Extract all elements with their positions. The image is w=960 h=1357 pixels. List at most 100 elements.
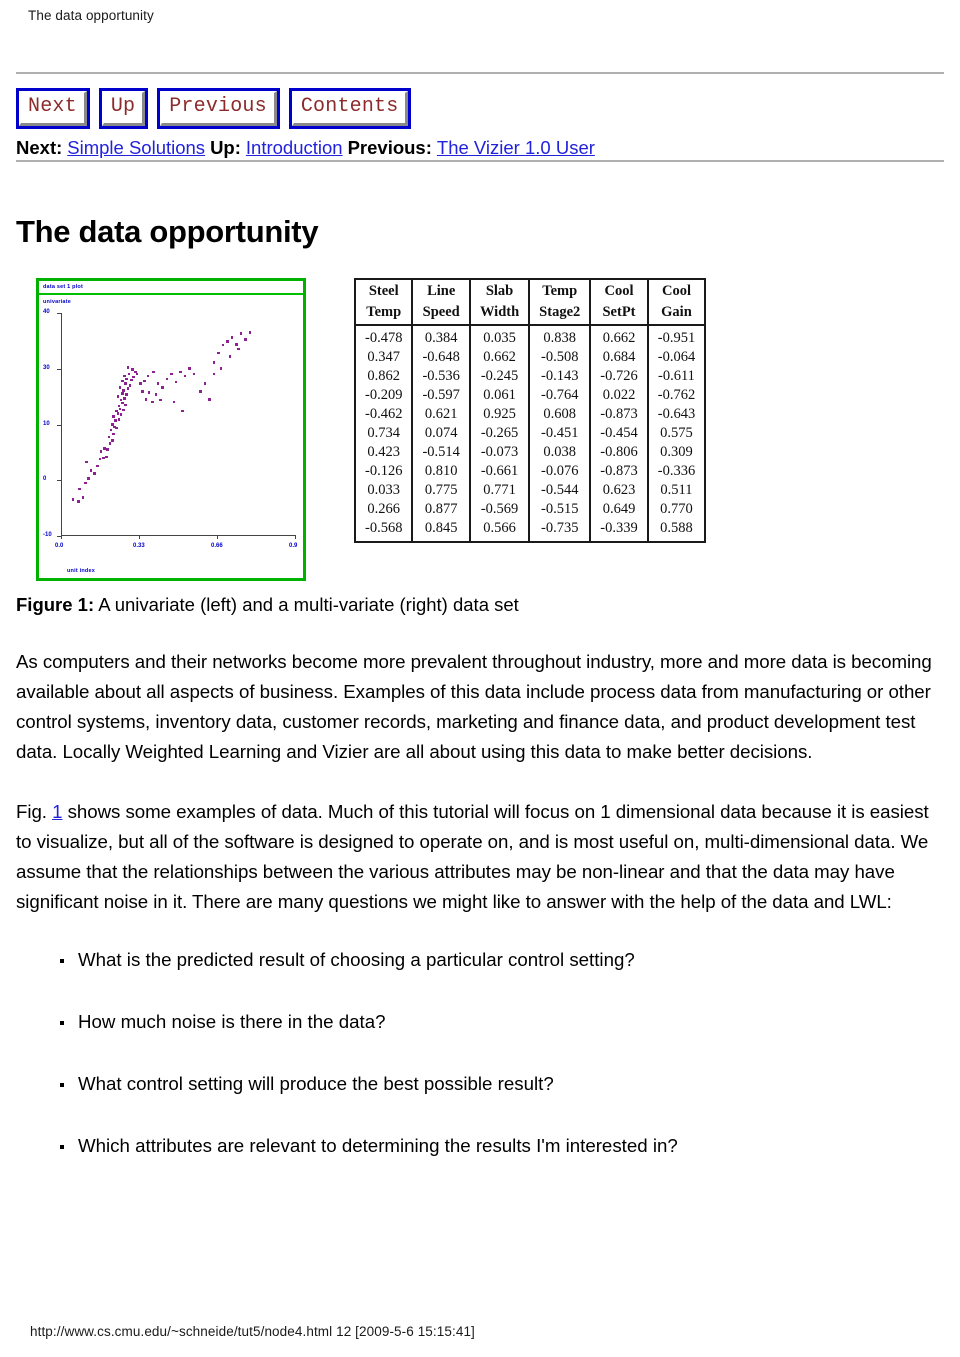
plot-x-axis-label: unit index [67,568,95,574]
scatter-point [212,361,216,364]
table-cell: 0.770 [646,500,707,519]
scatter-point [248,331,252,334]
table-row: 0.033 0.775 0.771 -0.544 0.623 0.511 [353,481,707,500]
plot-x-tick-label: 0.66 [211,543,223,549]
scatter-point [188,367,191,370]
scatter-point [165,377,169,381]
table-cell: -0.951 [646,325,707,348]
plot-title: data set 1 plot [43,284,83,290]
scatter-point [125,393,129,396]
table-cell: 0.734 [353,424,414,443]
scatter-point [109,428,113,432]
plot-y-tick [57,480,62,482]
scatter-point [221,343,225,347]
table-cell: 0.775 [411,481,471,500]
paragraph-1: As computers and their networks become m… [16,651,932,762]
nav-up-link[interactable]: Introduction [246,137,343,158]
table-cell: 0.862 [353,367,414,386]
scatter-point [110,423,114,426]
plot-x-tick [217,535,218,539]
table-cell: 0.662 [468,348,531,367]
table-cell: -0.126 [353,462,414,481]
scatter-point [87,477,90,480]
scatter-point [123,374,126,378]
plot-x-tick [295,535,296,539]
plot-y-tick-label: -10 [43,532,52,538]
scatter-point [170,372,173,376]
figure-caption-text: A univariate (left) and a multi-variate … [98,594,519,615]
nav-previous-link[interactable]: The Vizier 1.0 User [437,137,595,158]
table-cell: -0.569 [468,500,531,519]
nav-button-next[interactable]: Next [16,88,90,129]
scatter-point [144,397,148,401]
list-item: How much noise is there in the data? [16,1009,944,1035]
table-cell: 0.877 [411,500,471,519]
table-row: -0.568 0.845 0.566 -0.735 -0.339 0.588 [353,519,707,542]
scatter-point [101,456,105,460]
table-cell: 0.038 [528,443,592,462]
nav-button-previous[interactable]: Previous [157,88,280,129]
scatter-point [146,374,150,378]
scatter-point [131,368,134,371]
scatter-point [96,464,99,468]
scatter-point [125,377,129,381]
scatter-point [85,460,88,464]
col-subheader-temp-stage2: Stage2 [528,301,592,326]
plot-top-rule [39,293,303,295]
scatter-point [78,487,82,491]
col-header-cool-gain: Cool [646,279,707,301]
plot-y-tick [57,313,62,314]
table-cell: 0.347 [353,348,414,367]
list-item: What is the predicted result of choosing… [16,947,944,973]
scatter-point [127,372,131,376]
table-cell: -0.873 [589,462,649,481]
scatter-point [126,366,130,369]
figure-reference-link[interactable]: 1 [52,801,62,822]
table-cell: 0.511 [646,481,707,500]
multivariate-table-image: Steel Line Slab Temp Cool Cool Temp Spee… [353,278,707,543]
list-item: What control setting will produce the be… [16,1071,944,1097]
table-cell: -0.508 [528,348,592,367]
table-cell: -0.451 [528,424,592,443]
scatter-point [199,390,202,393]
plot-subtitle: univariate [43,299,71,305]
table-cell: -0.209 [353,386,414,405]
scatter-point [181,409,185,413]
table-cell: 0.608 [528,405,592,424]
scatter-point [121,379,124,383]
scatter-point [172,400,176,404]
table-cell: -0.643 [646,405,707,424]
plot-y-tick [57,368,62,370]
scatter-point [119,398,123,402]
table-row: 0.266 0.877 -0.569 -0.515 0.649 0.770 [353,500,707,519]
paragraph-2-pre: Fig. [16,801,53,822]
table-cell: 0.925 [468,405,531,424]
table-cell: -0.245 [468,367,531,386]
col-subheader-slab-width: Width [468,301,531,326]
scatter-point [235,342,238,346]
scatter-point [114,419,117,422]
scatter-point [203,382,207,386]
table-cell: 0.384 [411,325,471,348]
table-cell: -0.762 [646,386,707,405]
scatter-point [239,332,243,335]
scatter-point [129,378,133,382]
table-body: -0.478 0.384 0.035 0.838 0.662 -0.951 0.347 -0.… [353,325,707,542]
table-cell: -0.336 [646,462,707,481]
paragraph-2-post: shows some examples of data. Much of thi… [16,801,929,912]
scatter-point [107,435,111,439]
scatter-point [89,469,93,472]
table-cell: -0.536 [411,367,471,386]
table-cell: 0.266 [353,500,414,519]
table-cell: 0.033 [353,481,414,500]
scatter-point [141,390,144,393]
table-header-row-2: Temp Speed Width Stage2 SetPt Gain [353,301,707,326]
scatter-point [77,500,80,503]
table-cell: -0.076 [528,462,592,481]
nav-button-contents[interactable]: Contents [288,88,412,129]
nav-button-up[interactable]: Up [98,88,149,129]
col-subheader-steel-temp: Temp [353,301,414,326]
plot-y-tick-label: 40 [43,309,50,315]
scatter-point [237,347,241,351]
nav-next-link[interactable]: Simple Solutions [67,137,205,158]
